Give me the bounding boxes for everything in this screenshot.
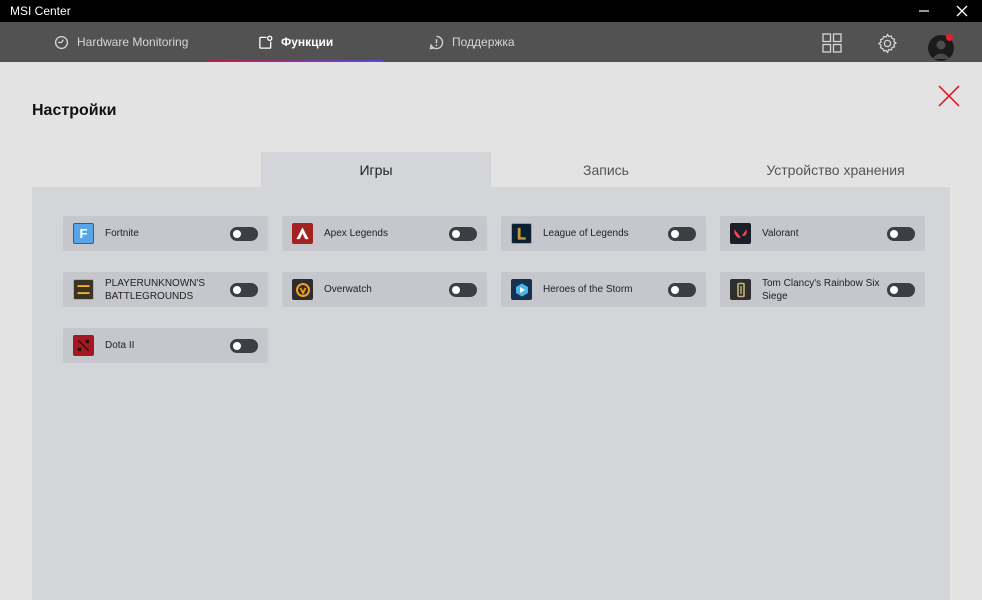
notification-badge <box>946 34 953 41</box>
game-card-dota-2: Dota II <box>63 328 268 363</box>
active-tab-indicator <box>207 60 383 62</box>
close-icon <box>938 85 960 107</box>
league-of-legends-icon <box>511 223 532 244</box>
game-toggle-pubg[interactable] <box>230 283 258 297</box>
game-name: Tom Clancy's Rainbow Six Siege <box>762 277 880 302</box>
game-toggle-fortnite[interactable] <box>230 227 258 241</box>
tab-label: Игры <box>359 161 393 178</box>
tab-recording[interactable]: Запись <box>491 152 721 187</box>
tab-features[interactable]: Функции <box>258 22 333 62</box>
tab-storage-device[interactable]: Устройство хранения <box>721 152 950 187</box>
tab-support[interactable]: Поддержка <box>429 22 515 62</box>
game-name: PLAYERUNKNOWN'S BATTLEGROUNDS <box>105 277 206 302</box>
minimize-button[interactable] <box>904 0 944 22</box>
game-card-overwatch: Overwatch <box>282 272 487 307</box>
dota-2-icon <box>73 335 94 356</box>
game-card-valorant: Valorant <box>720 216 925 251</box>
apps-grid-button[interactable] <box>819 30 845 56</box>
tab-label: Hardware Monitoring <box>77 35 189 49</box>
grid-icon <box>822 33 842 53</box>
overwatch-icon <box>292 279 313 300</box>
game-name: League of Legends <box>543 228 629 239</box>
rainbow-six-siege-icon <box>730 279 751 300</box>
game-name: Fortnite <box>105 228 139 239</box>
title-bar: MSI Center <box>0 0 982 22</box>
game-toggle-overwatch[interactable] <box>449 283 477 297</box>
top-nav: Hardware Monitoring Функции Поддержка <box>0 22 982 62</box>
game-name: Apex Legends <box>324 228 388 239</box>
minimize-icon <box>919 10 929 12</box>
tab-label: Поддержка <box>452 35 515 49</box>
tab-label: Запись <box>583 161 629 178</box>
heroes-of-the-storm-icon <box>511 279 532 300</box>
game-name: Overwatch <box>324 284 372 295</box>
alert-icon <box>429 35 444 49</box>
features-icon <box>259 35 273 49</box>
pubg-icon: ▬▬ ▬▬ <box>73 279 94 300</box>
game-toggle-league-of-legends[interactable] <box>668 227 696 241</box>
valorant-icon <box>730 223 751 244</box>
close-icon <box>956 5 968 17</box>
game-card-rainbow-six-siege: Tom Clancy's Rainbow Six Siege <box>720 272 925 307</box>
game-name: Valorant <box>762 228 799 239</box>
game-card-heroes-of-the-storm: Heroes of the Storm <box>501 272 706 307</box>
close-settings-button[interactable] <box>936 83 962 109</box>
game-toggle-dota-2[interactable] <box>230 339 258 353</box>
window-title: MSI Center <box>10 4 71 18</box>
game-name: Dota II <box>105 340 135 351</box>
game-toggle-heroes-of-the-storm[interactable] <box>668 283 696 297</box>
fortnite-icon: F <box>73 223 94 244</box>
game-toggle-valorant[interactable] <box>887 227 915 241</box>
page-title: Настройки <box>32 102 117 119</box>
game-toggle-apex-legends[interactable] <box>449 227 477 241</box>
game-card-fortnite: F Fortnite <box>63 216 268 251</box>
tab-label: Функции <box>281 35 334 49</box>
apex-legends-icon <box>292 223 313 244</box>
window-close-button[interactable] <box>942 0 982 22</box>
game-card-apex-legends: Apex Legends <box>282 216 487 251</box>
tab-games[interactable]: Игры <box>261 152 491 187</box>
tab-label: Устройство хранения <box>766 161 905 178</box>
gear-icon <box>877 33 897 53</box>
game-card-league-of-legends: League of Legends <box>501 216 706 251</box>
game-toggle-rainbow-six-siege[interactable] <box>887 283 915 297</box>
game-name: Heroes of the Storm <box>543 284 633 295</box>
games-panel: F Fortnite Apex Legends League of Legend… <box>32 187 950 600</box>
tab-hardware-monitoring[interactable]: Hardware Monitoring <box>54 22 188 62</box>
game-card-pubg: ▬▬ ▬▬ PLAYERUNKNOWN'S BATTLEGROUNDS <box>63 272 268 307</box>
settings-button[interactable] <box>874 30 900 56</box>
gauge-icon <box>54 35 69 49</box>
